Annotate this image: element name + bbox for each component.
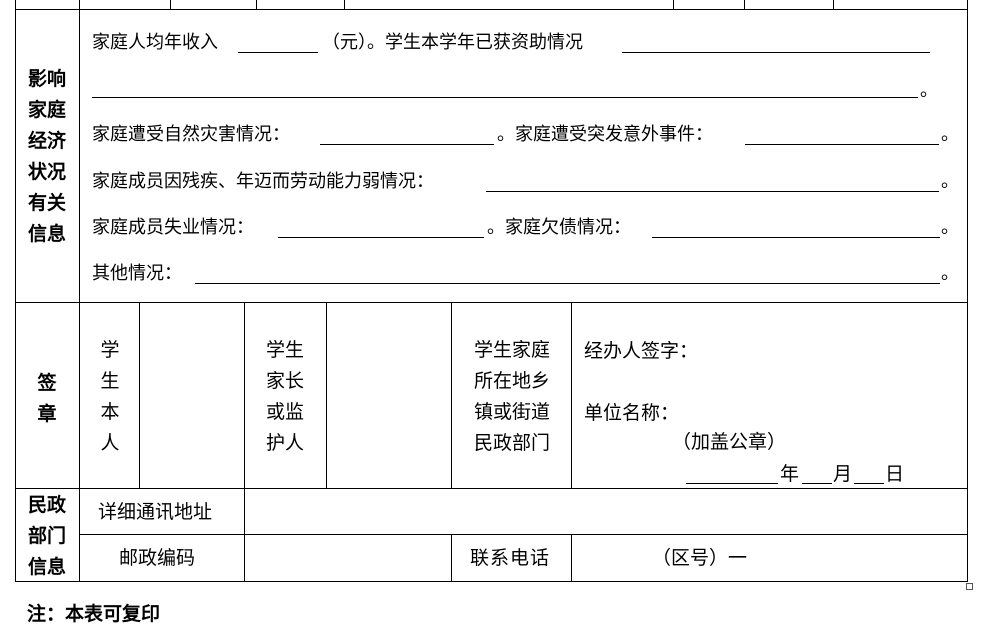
- day-label: 日: [885, 463, 905, 485]
- impact-section-label: 影响 家庭 经济 状况 有关 信息: [27, 68, 66, 245]
- year-label: 年: [780, 463, 800, 485]
- phone-label: 联系电话: [470, 547, 551, 569]
- top-stub: [256, 0, 257, 10]
- guardian-signature-label: 学生 家长 或监 护人: [265, 339, 304, 454]
- sign-divider: [571, 302, 572, 489]
- guardian-signature-field[interactable]: [327, 303, 451, 488]
- unemployment-label: 家庭成员失业情况：: [92, 217, 254, 238]
- period: 。: [941, 263, 959, 284]
- aid-blank[interactable]: [622, 52, 930, 53]
- top-stub: [744, 0, 745, 10]
- top-stub: [833, 0, 834, 10]
- row-divider-address: [79, 534, 968, 535]
- income-blank[interactable]: [238, 52, 318, 53]
- footer-note: 注：本表可复印: [27, 603, 161, 625]
- other-label: 其他情况：: [92, 263, 182, 284]
- civil-divider: [451, 534, 452, 582]
- address-label: 详细通讯地址: [98, 501, 213, 523]
- seal-note: （加盖公章）: [672, 431, 787, 453]
- debt-label: 。家庭欠债情况：: [487, 217, 631, 238]
- period: 。: [941, 124, 959, 145]
- sign-divider: [451, 302, 452, 489]
- income-label: 家庭人均年收入: [92, 32, 218, 53]
- unemployment-blank[interactable]: [278, 237, 484, 238]
- disability-label: 家庭成员因残疾、年迈而劳动能力弱情况：: [92, 171, 434, 192]
- civil-dept-label: 学生家庭 所在地乡 镇或街道 民政部门: [473, 339, 550, 454]
- period: 。: [941, 217, 959, 238]
- day-blank[interactable]: [854, 483, 884, 484]
- top-stub: [170, 0, 171, 10]
- period: 。: [920, 80, 938, 101]
- student-signature-label: 学 生 本 人: [100, 339, 120, 454]
- postcode-field[interactable]: [245, 535, 451, 581]
- accident-label: 。家庭遭受突发意外事件：: [497, 124, 713, 145]
- year-blank[interactable]: [686, 483, 778, 484]
- unit-name-label: 单位名称：: [584, 402, 680, 424]
- civil-divider: [571, 534, 572, 582]
- disability-blank[interactable]: [486, 191, 939, 192]
- civil-section-label: 民政 部门 信息: [27, 494, 66, 578]
- month-blank[interactable]: [802, 483, 832, 484]
- disaster-label: 家庭遭受自然灾害情况：: [92, 124, 290, 145]
- top-border: [15, 9, 968, 10]
- student-signature-field[interactable]: [140, 303, 244, 488]
- right-border: [967, 0, 968, 582]
- phone-area-code[interactable]: （区号）一: [652, 547, 747, 569]
- period: 。: [941, 171, 959, 192]
- handler-signature-label: 经办人签字：: [584, 340, 699, 362]
- top-stub: [344, 0, 345, 10]
- debt-blank[interactable]: [652, 237, 940, 238]
- aid-label: （元）。学生本学年已获资助情况: [322, 32, 583, 53]
- aid-blank-line2[interactable]: [92, 97, 918, 98]
- accident-blank[interactable]: [745, 144, 939, 145]
- top-stub: [673, 0, 674, 10]
- label-column-divider: [79, 0, 80, 582]
- disaster-blank[interactable]: [320, 144, 494, 145]
- month-label: 月: [833, 463, 853, 485]
- postcode-label: 邮政编码: [119, 547, 196, 569]
- left-border: [15, 0, 16, 582]
- other-blank[interactable]: [195, 283, 940, 284]
- sign-section-label: 签 章: [37, 372, 57, 425]
- bottom-border: [15, 581, 968, 582]
- table-resize-handle[interactable]: [966, 583, 973, 590]
- address-field[interactable]: [245, 489, 967, 534]
